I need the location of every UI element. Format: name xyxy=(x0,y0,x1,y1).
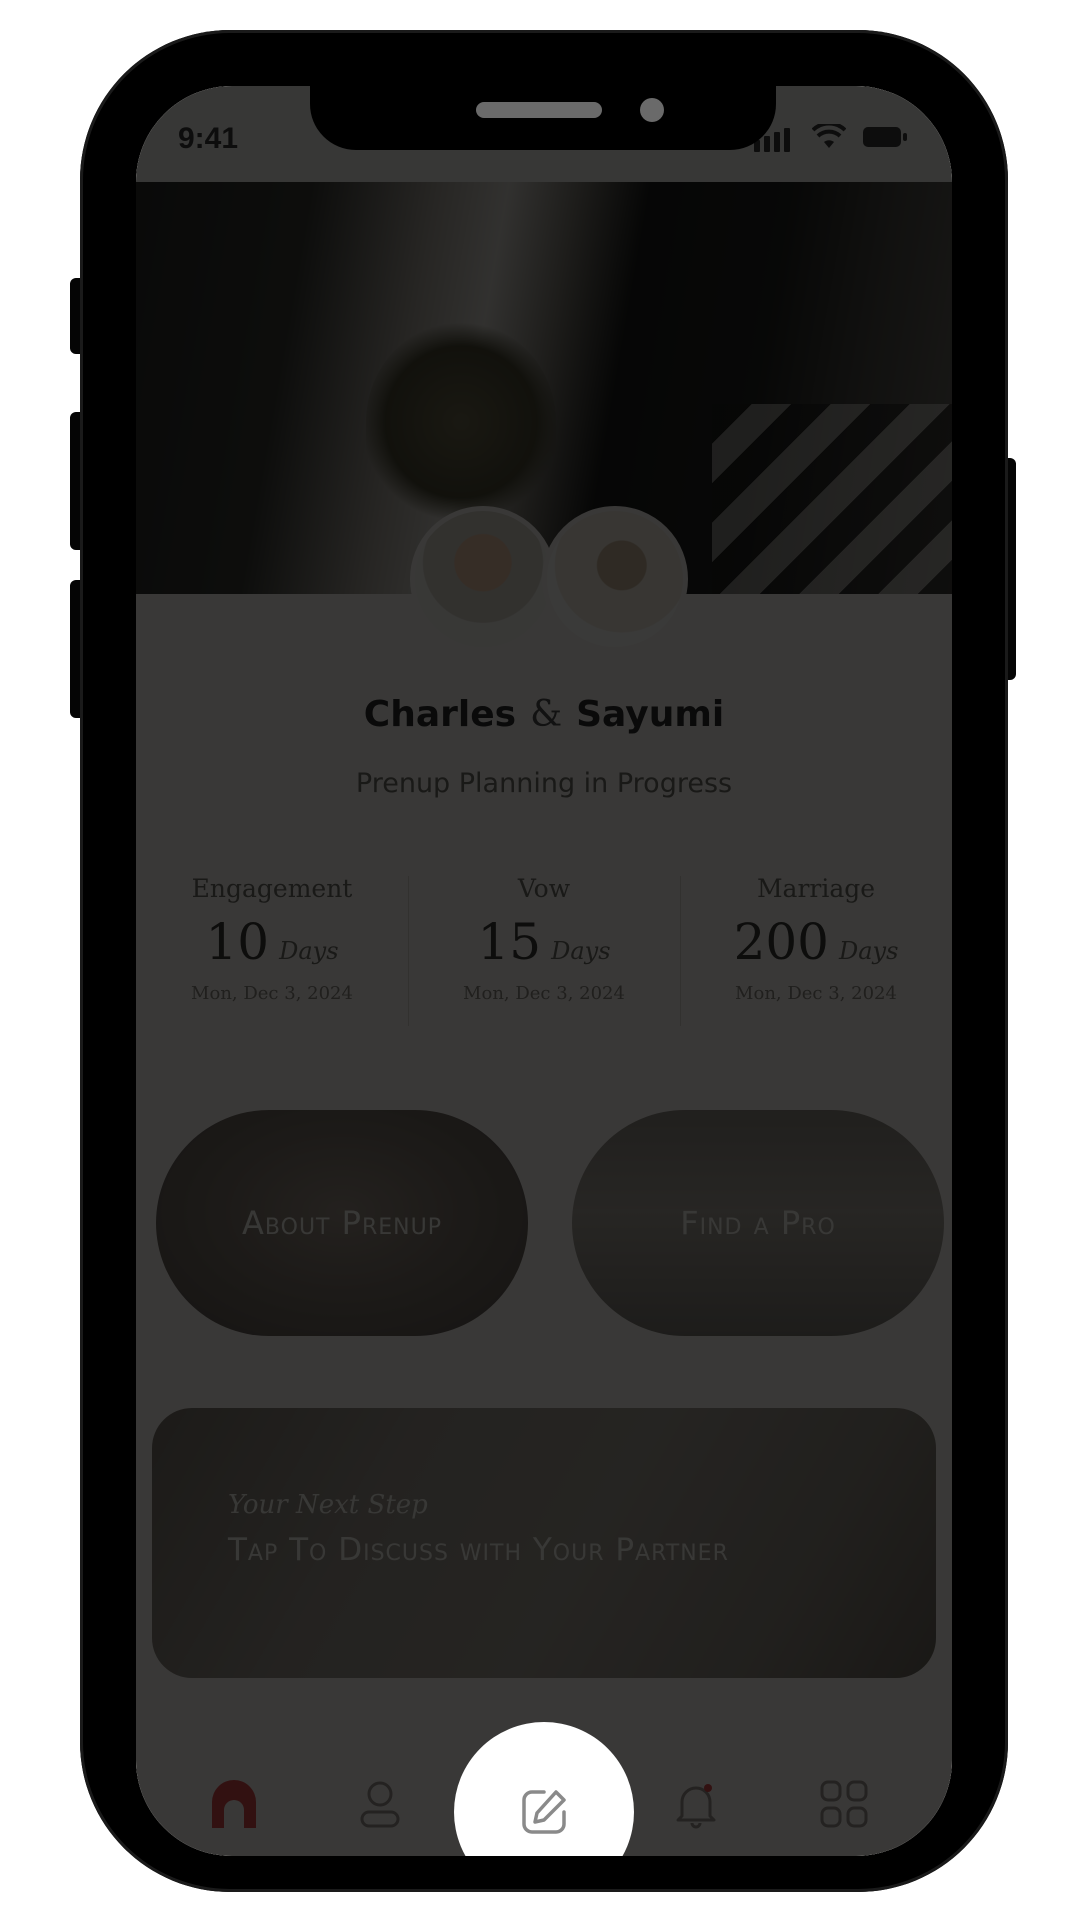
status-subtitle: Prenup Planning in Progress xyxy=(355,768,733,799)
wifi-icon xyxy=(812,124,846,148)
stat-engagement[interactable]: Engagement 10 Days Mon, Dec 3, 2024 xyxy=(136,866,408,1036)
bouquet-graphic xyxy=(366,322,556,522)
edit-icon xyxy=(522,1790,566,1834)
stat-value: 10 xyxy=(205,913,270,971)
bell-icon[interactable] xyxy=(668,1776,724,1832)
grid-menu-icon[interactable] xyxy=(816,1776,872,1832)
device-notch xyxy=(310,86,776,150)
countdown-stats: Engagement 10 Days Mon, Dec 3, 2024 Vow 1… xyxy=(136,866,952,1036)
stat-unit: Days xyxy=(839,937,899,965)
compose-button[interactable] xyxy=(454,1722,634,1856)
stat-vow[interactable]: Vow 15 Days Mon, Dec 3, 2024 xyxy=(408,866,680,1036)
stat-label: Engagement xyxy=(191,874,353,903)
battery-icon xyxy=(863,127,907,147)
status-time: 9:41 xyxy=(178,122,239,155)
stat-value: 15 xyxy=(477,913,542,971)
avatar-partner-2[interactable] xyxy=(542,506,688,652)
ampersand: & xyxy=(530,694,563,735)
stat-value: 200 xyxy=(733,913,829,971)
find-a-pro-card[interactable]: Find a Pro xyxy=(572,1110,944,1336)
partner-2-name: Sayumi xyxy=(576,694,725,735)
avatar-partner-1[interactable] xyxy=(410,506,556,652)
speaker-grille xyxy=(476,102,602,118)
next-step-title: Tap To Discuss with Your Partner xyxy=(228,1532,729,1568)
stat-date: Mon, Dec 3, 2024 xyxy=(191,983,353,1004)
stat-date: Mon, Dec 3, 2024 xyxy=(735,983,897,1004)
next-step-card[interactable]: Your Next Step Tap To Discuss with Your … xyxy=(152,1408,936,1678)
home-icon[interactable] xyxy=(206,1776,262,1832)
about-prenup-label: About Prenup xyxy=(242,1204,442,1242)
stat-unit: Days xyxy=(551,937,611,965)
checkered-floor-graphic xyxy=(712,404,952,594)
next-step-kicker: Your Next Step xyxy=(228,1490,428,1520)
couple-names: Charles & Sayumi xyxy=(136,694,952,735)
app-screen: 9:41 Charles & Sayumi Prenup Planning in P… xyxy=(136,86,952,1856)
stat-marriage[interactable]: Marriage 200 Days Mon, Dec 3, 2024 xyxy=(680,866,952,1036)
front-camera xyxy=(640,98,664,122)
stat-unit: Days xyxy=(279,937,339,965)
hero-photo xyxy=(136,182,952,594)
stat-label: Marriage xyxy=(756,874,876,903)
about-prenup-card[interactable]: About Prenup xyxy=(156,1110,528,1336)
find-a-pro-label: Find a Pro xyxy=(680,1204,836,1242)
stat-label: Vow xyxy=(517,874,571,903)
partner-1-name: Charles xyxy=(363,694,517,735)
stat-date: Mon, Dec 3, 2024 xyxy=(463,983,625,1004)
profile-icon[interactable] xyxy=(352,1776,408,1832)
